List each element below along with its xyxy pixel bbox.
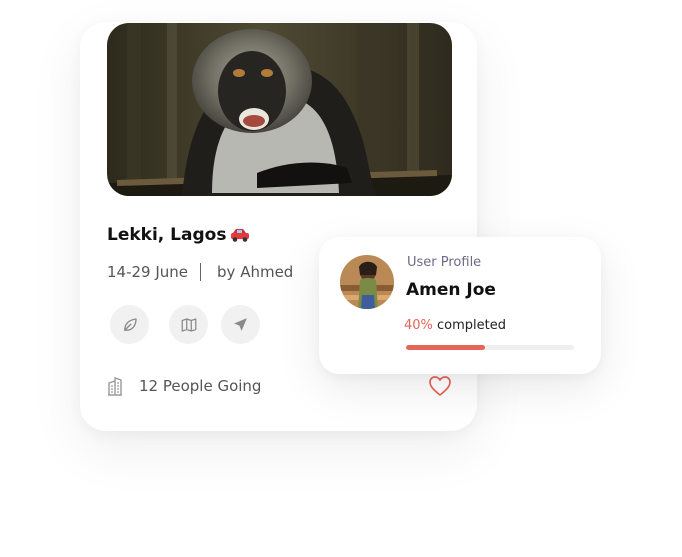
avatar <box>340 255 394 309</box>
leaf-icon <box>123 317 137 331</box>
progress-percent: 40% <box>404 318 433 333</box>
progress-bar <box>406 345 574 350</box>
leaf-button[interactable] <box>110 305 149 344</box>
heart-icon[interactable] <box>428 375 452 397</box>
send-button[interactable] <box>221 305 260 344</box>
progress-suffix: completed <box>432 318 507 333</box>
trip-location: Lekki, Lagos <box>107 225 227 245</box>
car-icon <box>230 227 250 248</box>
trip-title: Lekki, Lagos <box>107 225 250 248</box>
building-icon <box>107 376 123 396</box>
map-icon <box>181 317 196 332</box>
trip-meta: 14-29 June by Ahmed <box>107 263 293 281</box>
profile-card: User Profile Amen Joe 40% completed <box>319 237 601 374</box>
profile-label: User Profile <box>407 255 482 270</box>
map-button[interactable] <box>169 305 208 344</box>
profile-name: Amen Joe <box>406 280 496 300</box>
trip-dates: 14-29 June <box>107 263 189 281</box>
send-icon <box>234 318 247 331</box>
trip-host: by Ahmed <box>217 263 294 281</box>
people-going-text: 12 People Going <box>139 377 262 395</box>
meta-divider <box>200 263 202 281</box>
progress-fill <box>406 345 485 350</box>
trip-photo <box>107 23 452 196</box>
people-going: 12 People Going <box>107 376 261 396</box>
progress-text: 40% completed <box>404 318 506 333</box>
